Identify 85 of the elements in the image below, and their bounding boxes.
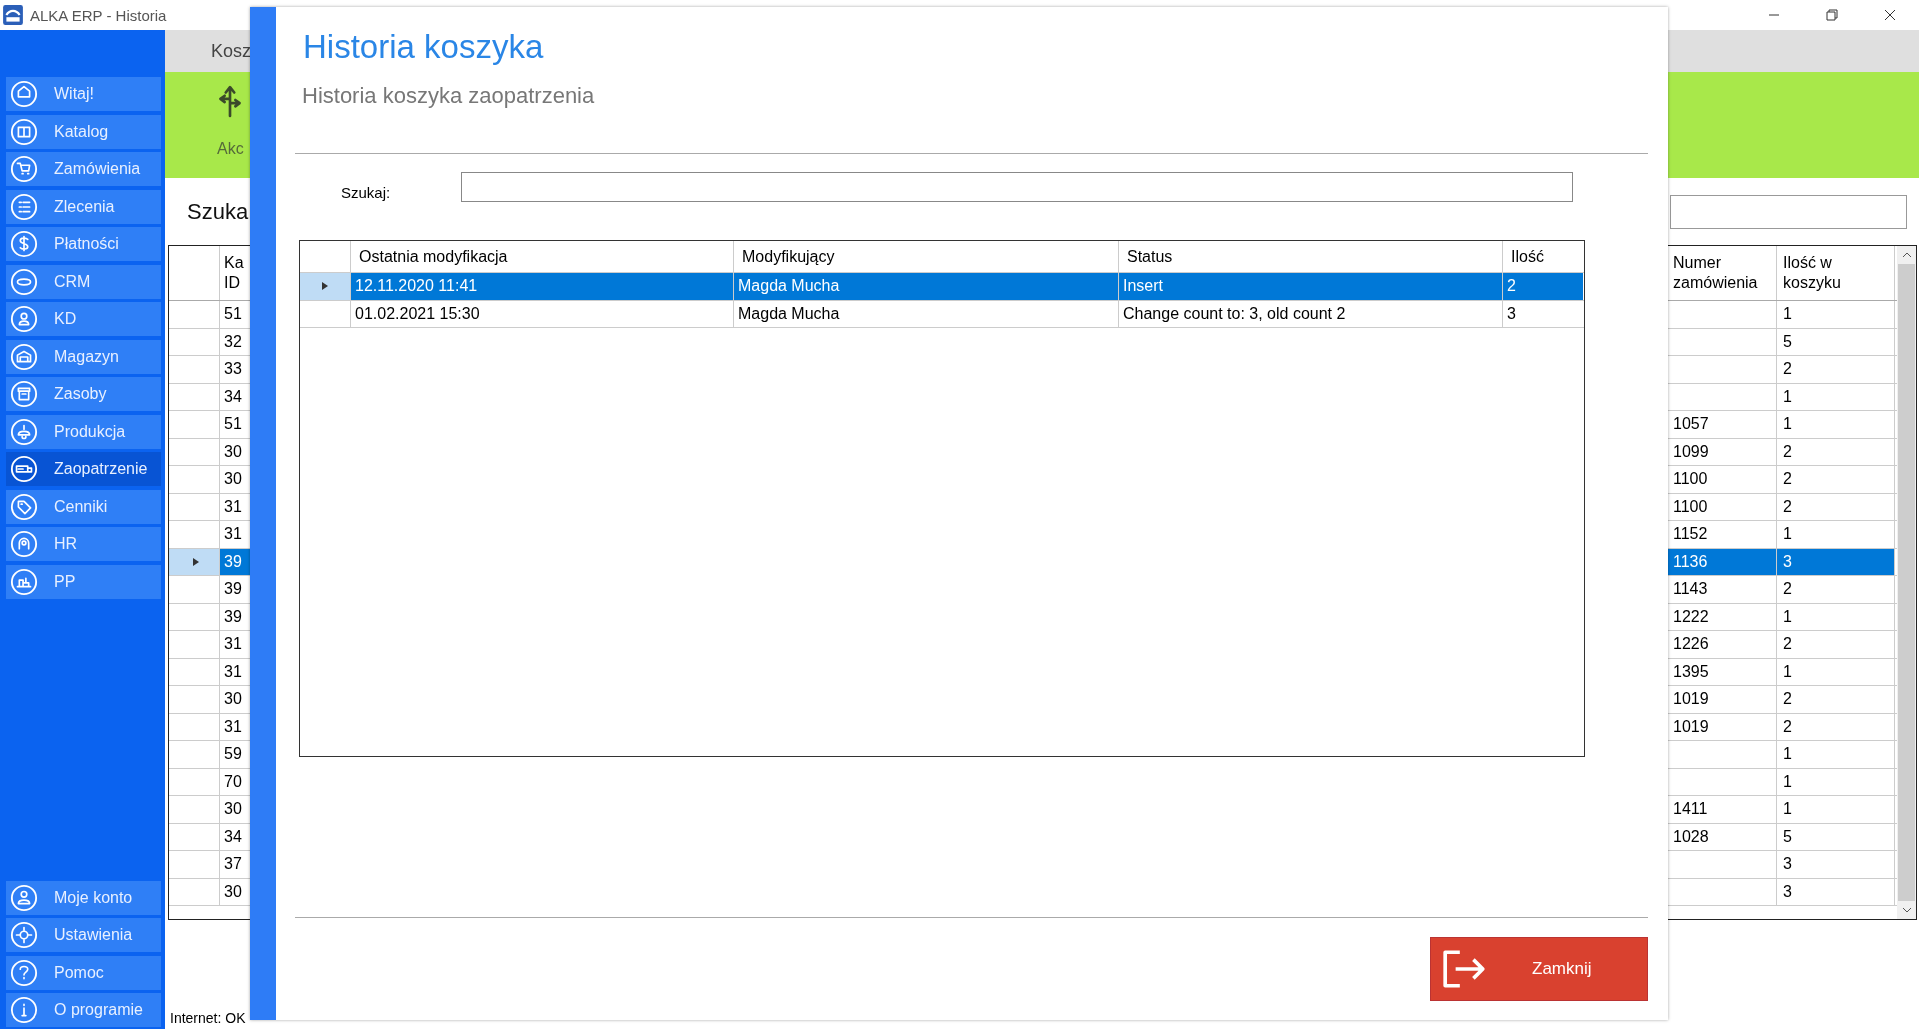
- help-icon: [10, 958, 38, 987]
- search-heading: Szuka: [187, 198, 249, 225]
- sidebar-item[interactable]: PP: [6, 564, 161, 599]
- table-cell: 1: [1777, 658, 1895, 685]
- dialog-subtitle: Historia koszyka zaopatrzenia: [302, 83, 596, 109]
- table-cell: 2: [1777, 631, 1895, 658]
- table-cell: 1: [1777, 741, 1895, 768]
- status-text: Internet: OK: [170, 1010, 246, 1026]
- column-header[interactable]: Modyfikujący: [734, 241, 1119, 272]
- table-cell: Change count to: 3, old count 2: [1119, 300, 1503, 327]
- machine-icon: [10, 567, 38, 596]
- person-icon: [10, 305, 38, 333]
- table-cell: 2: [1777, 576, 1895, 603]
- table-cell: 2: [1777, 438, 1895, 465]
- sidebar-item[interactable]: Moje konto: [6, 880, 161, 915]
- table-cell: Insert: [1119, 273, 1503, 300]
- tag-icon: [10, 492, 38, 521]
- table-cell: 1: [1777, 383, 1895, 410]
- table-cell: 2: [1777, 493, 1895, 520]
- window-title: ALKA ERP - Historia: [30, 6, 167, 24]
- warehouse-icon: [10, 342, 38, 371]
- sidebar-item[interactable]: Płatności: [6, 227, 161, 261]
- sidebar-item[interactable]: KD: [6, 302, 161, 336]
- sidebar-item[interactable]: Zlecenia: [6, 189, 161, 224]
- scrollbar-thumb[interactable]: [1898, 264, 1915, 901]
- row-pointer-icon: [191, 556, 200, 567]
- table-cell: 2: [1777, 713, 1895, 740]
- column-header[interactable]: Ilość: [1503, 241, 1583, 272]
- sidebar-item[interactable]: Ustawienia: [6, 918, 161, 952]
- table-cell: 3: [1777, 878, 1895, 905]
- table-cell: 2: [1777, 356, 1895, 383]
- table-cell: 1: [1777, 411, 1895, 438]
- row-pointer-icon: [321, 281, 329, 292]
- search-field[interactable]: [461, 172, 1573, 202]
- table-cell: 2: [1777, 466, 1895, 493]
- home-icon: [10, 80, 38, 108]
- sidebar-item[interactable]: Witaj!: [6, 77, 161, 111]
- sidebar-item[interactable]: HR: [6, 527, 161, 561]
- column-header[interactable]: Status: [1119, 241, 1503, 272]
- table-cell-text: 3: [1506, 303, 1517, 324]
- table-cell: Magda Mucha: [734, 300, 1119, 327]
- table-cell: Magda Mucha: [734, 273, 1119, 300]
- table-cell: 2: [1777, 686, 1895, 713]
- sidebar-item[interactable]: Zamówienia: [6, 152, 161, 186]
- box-icon: [10, 380, 38, 408]
- info-icon: [10, 996, 38, 1024]
- table-cell: 3: [1777, 851, 1895, 878]
- sidebar-item[interactable]: CRM: [6, 264, 161, 299]
- table-cell: 12.11.2020 11:41: [351, 273, 734, 300]
- scrollbar[interactable]: [1897, 246, 1916, 919]
- cart-icon: [10, 155, 38, 183]
- exit-icon: [1441, 948, 1487, 990]
- signpost-icon: [217, 84, 244, 118]
- sidebar-item[interactable]: Produkcja: [6, 414, 161, 449]
- column-header[interactable]: Ilość w koszyku: [1777, 246, 1895, 300]
- close-button[interactable]: Zamknij: [1430, 937, 1648, 1001]
- table-cell: 1: [1777, 301, 1895, 328]
- search-label: Szukaj:: [341, 183, 392, 201]
- table-cell: 1: [1777, 521, 1895, 548]
- user-icon: [10, 883, 38, 912]
- sidebar-item[interactable]: Magazyn: [6, 339, 161, 374]
- book-icon: [10, 117, 38, 146]
- table-cell: 2: [1503, 273, 1583, 300]
- table-cell: 3: [1777, 548, 1895, 575]
- table-cell: 5: [1777, 823, 1895, 850]
- dollar-icon: [10, 230, 38, 258]
- action-button[interactable]: Akc: [217, 72, 244, 178]
- sidebar-item[interactable]: Katalog: [6, 114, 161, 149]
- dialog-title: Historia koszyka: [303, 28, 545, 66]
- search-field[interactable]: [1670, 194, 1907, 229]
- table-cell: 1: [1777, 603, 1895, 630]
- ribbon-tab[interactable]: Kosz: [211, 40, 252, 62]
- table-cell: 5: [1777, 328, 1895, 355]
- table-cell: 1: [1777, 796, 1895, 823]
- table-cell: 1: [1777, 768, 1895, 795]
- scroll-up-icon[interactable]: [1901, 252, 1912, 258]
- sidebar-item[interactable]: Pomoc: [6, 955, 161, 990]
- scroll-down-icon[interactable]: [1901, 907, 1912, 913]
- table-cell: 01.02.2021 15:30: [351, 300, 734, 327]
- sidebar-item[interactable]: Zasoby: [6, 377, 161, 411]
- sidebar-item[interactable]: Zaopatrzenie: [6, 452, 161, 486]
- list-icon: [10, 192, 38, 221]
- sidebar-item[interactable]: Cenniki: [6, 489, 161, 524]
- column-header[interactable]: Ostatnia modyfikacja: [351, 241, 734, 272]
- sidebar-item[interactable]: O programie: [6, 993, 161, 1027]
